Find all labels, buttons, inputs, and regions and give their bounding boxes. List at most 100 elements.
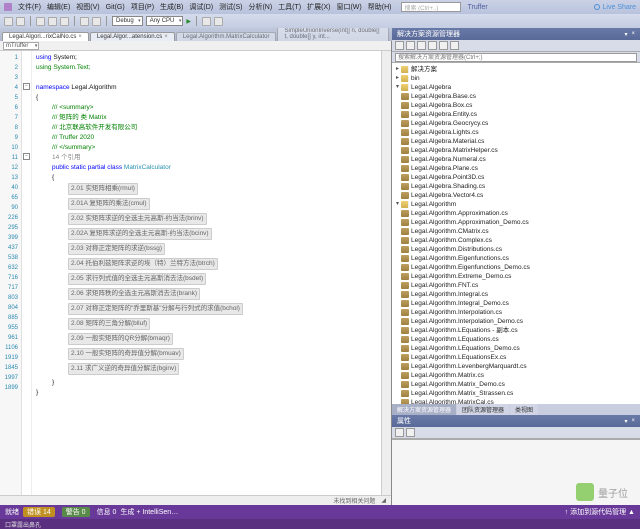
collapsed-region[interactable]: 2.03 对称正定矩阵的求逆(bssg) <box>68 243 165 255</box>
tree-file[interactable]: Legal.Algorithm.CMatrix.cs <box>392 227 640 236</box>
collapsed-region[interactable]: 2.01 实矩阵相乘(rmul) <box>68 183 138 195</box>
menu-analyze[interactable]: 分析(N) <box>248 2 272 12</box>
fold-toggle-icon[interactable]: − <box>23 83 30 90</box>
menu-tools[interactable]: 工具(T) <box>278 2 301 12</box>
tab-matrixcalno[interactable]: Legal.Algori...rixCalNo.cs× <box>2 32 89 41</box>
pin-icon[interactable]: ▾ <box>624 31 627 38</box>
tree-file[interactable]: Legal.Algorithm.Integral_Demo.cs <box>392 299 640 308</box>
tree-file[interactable]: Legal.Algebra.Plane.cs <box>392 164 640 173</box>
collapsed-region[interactable]: 2.09 一般实矩阵的QR分解(bmaqr) <box>68 333 173 345</box>
tree-file[interactable]: Legal.Algorithm.LEquations_Demo.cs <box>392 344 640 353</box>
close-icon[interactable]: × <box>631 418 635 425</box>
close-icon[interactable]: × <box>164 34 168 40</box>
tree-file[interactable]: Legal.Algebra.Base.cs <box>392 92 640 101</box>
tree-file[interactable]: Legal.Algebra.Numeral.cs <box>392 155 640 164</box>
collapsed-region[interactable]: 2.05 求行列式值的全选主元高斯消去法(bsdet) <box>68 273 206 285</box>
tree-file[interactable]: Legal.Algorithm.Matrix_Strassen.cs <box>392 389 640 398</box>
tool-icon[interactable] <box>214 17 223 26</box>
tree-file[interactable]: Legal.Algorithm.Interpolation_Demo.cs <box>392 317 640 326</box>
pin-icon[interactable]: ▾ <box>624 418 627 425</box>
close-icon[interactable]: × <box>78 34 82 40</box>
tree-folder[interactable]: ▾Legal.Algorithm <box>392 200 640 209</box>
source-control-status[interactable]: ↑ 添加到源代码管理 ▲ <box>565 507 635 517</box>
menu-file[interactable]: 文件(F) <box>18 2 41 12</box>
collapsed-region[interactable]: 2.02A 复矩阵求逆的全选主元高斯-约当法(bcinv) <box>68 228 212 240</box>
start-debug-button[interactable]: ▶ <box>186 18 191 25</box>
tree-file[interactable]: Legal.Algorithm.Extreme_Demo.cs <box>392 272 640 281</box>
tree-file[interactable]: Legal.Algebra.Vector4.cs <box>392 191 640 200</box>
tree-file[interactable]: Legal.Algorithm.LEquationsEx.cs <box>392 353 640 362</box>
config-combo[interactable]: Debug <box>112 16 143 26</box>
error-count[interactable]: 错误 14 <box>23 507 55 517</box>
menu-test[interactable]: 测试(S) <box>219 2 242 12</box>
vertical-scrollbar[interactable] <box>381 51 391 495</box>
tree-file[interactable]: Legal.Algorithm.Distributions.cs <box>392 245 640 254</box>
undo-icon[interactable] <box>80 17 89 26</box>
tree-folder[interactable]: ▾Legal.Algebra <box>392 83 640 92</box>
tree-root[interactable]: ▸解决方案 <box>392 65 640 74</box>
refresh-icon[interactable] <box>406 41 415 50</box>
menu-search-input[interactable]: 搜索 (Ctrl+..) <box>401 2 461 12</box>
save-icon[interactable] <box>60 17 69 26</box>
tree-file[interactable]: Legal.Algorithm.Approximation.cs <box>392 209 640 218</box>
tree-file[interactable]: Legal.Algorithm.Interpolation.cs <box>392 308 640 317</box>
tab-extension[interactable]: Legal.Algor...atension.cs× <box>90 32 175 41</box>
tab-team-explorer[interactable]: 团队资源管理器 <box>457 404 509 415</box>
tree-file[interactable]: Legal.Algorithm.Integral.cs <box>392 290 640 299</box>
nav-project-combo[interactable]: mTruffer <box>3 42 39 50</box>
close-icon[interactable]: × <box>631 31 635 38</box>
warning-count[interactable]: 警告 0 <box>62 507 90 517</box>
tab-calculator[interactable]: Legal.Algorithm.MatrixCalculator <box>176 32 277 41</box>
solution-tree[interactable]: ▸解决方案▸bin▾Legal.AlgebraLegal.Algebra.Bas… <box>392 63 640 404</box>
info-count[interactable]: 信息 0 <box>97 507 117 517</box>
nav-fwd-icon[interactable] <box>16 17 25 26</box>
tree-file[interactable]: Legal.Algorithm.LEquations - 副本.cs <box>392 326 640 335</box>
menu-extensions[interactable]: 扩展(X) <box>307 2 330 12</box>
menu-git[interactable]: Git(G) <box>106 4 125 11</box>
collapsed-region[interactable]: 2.08 矩阵的三角分解(blluf) <box>68 318 150 330</box>
tree-file[interactable]: Legal.Algebra.Point3D.cs <box>392 173 640 182</box>
menu-window[interactable]: 窗口(W) <box>336 2 361 12</box>
collapsed-region[interactable]: 2.10 一般实矩阵的奇异值分解(bmuav) <box>68 348 184 360</box>
tree-file[interactable]: Legal.Algebra.MatrixHelper.cs <box>392 146 640 155</box>
menu-view[interactable]: 视图(V) <box>76 2 99 12</box>
menu-edit[interactable]: 编辑(E) <box>47 2 70 12</box>
fold-toggle-icon[interactable]: − <box>23 153 30 160</box>
tree-file[interactable]: Legal.Algorithm.Complex.cs <box>392 236 640 245</box>
collapsed-region[interactable]: 2.06 求矩阵秩的全选主元高斯消去法(brank) <box>68 288 200 300</box>
tree-file[interactable]: Legal.Algorithm.LEquations.cs <box>392 335 640 344</box>
open-icon[interactable] <box>48 17 57 26</box>
alpha-icon[interactable] <box>406 428 415 437</box>
home-icon[interactable] <box>395 41 404 50</box>
platform-combo[interactable]: Any CPU <box>146 16 184 26</box>
collapsed-region[interactable]: 2.02 实矩阵求逆的全选主元高斯-约当法(brinv) <box>68 213 207 225</box>
tree-file[interactable]: Legal.Algebra.Box.cs <box>392 101 640 110</box>
showall-icon[interactable] <box>428 41 437 50</box>
tool-icon[interactable] <box>202 17 211 26</box>
tab-class-view[interactable]: 类视图 <box>510 404 538 415</box>
solution-search-input[interactable] <box>395 53 637 62</box>
preview-icon[interactable] <box>450 41 459 50</box>
issues-indicator[interactable]: 未找到相关问题 <box>333 496 375 505</box>
collapsed-region[interactable]: 2.01A 复矩阵的乘法(cmul) <box>68 198 150 210</box>
tree-file[interactable]: Legal.Algorithm.Matrix.cs <box>392 371 640 380</box>
tree-file[interactable]: Legal.Algebra.Entity.cs <box>392 110 640 119</box>
tree-file[interactable]: Legal.Algebra.Material.cs <box>392 137 640 146</box>
properties-icon[interactable] <box>439 41 448 50</box>
tab-method[interactable]: SimpleUnionInverse(int[] n, double[] t, … <box>277 28 389 41</box>
tree-file[interactable]: Legal.Algorithm.Eigenfunctions_Demo.cs <box>392 263 640 272</box>
tree-file[interactable]: Legal.Algorithm.Eigenfunctions.cs <box>392 254 640 263</box>
tree-file[interactable]: Legal.Algebra.Shading.cs <box>392 182 640 191</box>
menu-build[interactable]: 生成(B) <box>160 2 183 12</box>
fold-gutter[interactable]: − − <box>22 51 32 495</box>
categorize-icon[interactable] <box>395 428 404 437</box>
collapsed-region[interactable]: 2.07 对称正定矩阵的"乔里斯基"分解与行列式的求值(bchol) <box>68 303 243 315</box>
menu-help[interactable]: 帮助(H) <box>368 2 392 12</box>
redo-icon[interactable] <box>92 17 101 26</box>
collapsed-region[interactable]: 2.11 求广义逆的奇异值分解法(bginv) <box>68 363 179 375</box>
tree-file[interactable]: Legal.Algorithm.Matrix_Demo.cs <box>392 380 640 389</box>
tree-file[interactable]: Legal.Algebra.Geocrycy.cs <box>392 119 640 128</box>
tree-folder[interactable]: ▸bin <box>392 74 640 83</box>
tab-solution-explorer[interactable]: 解决方案资源管理器 <box>392 404 456 415</box>
tree-file[interactable]: Legal.Algebra.Lights.cs <box>392 128 640 137</box>
